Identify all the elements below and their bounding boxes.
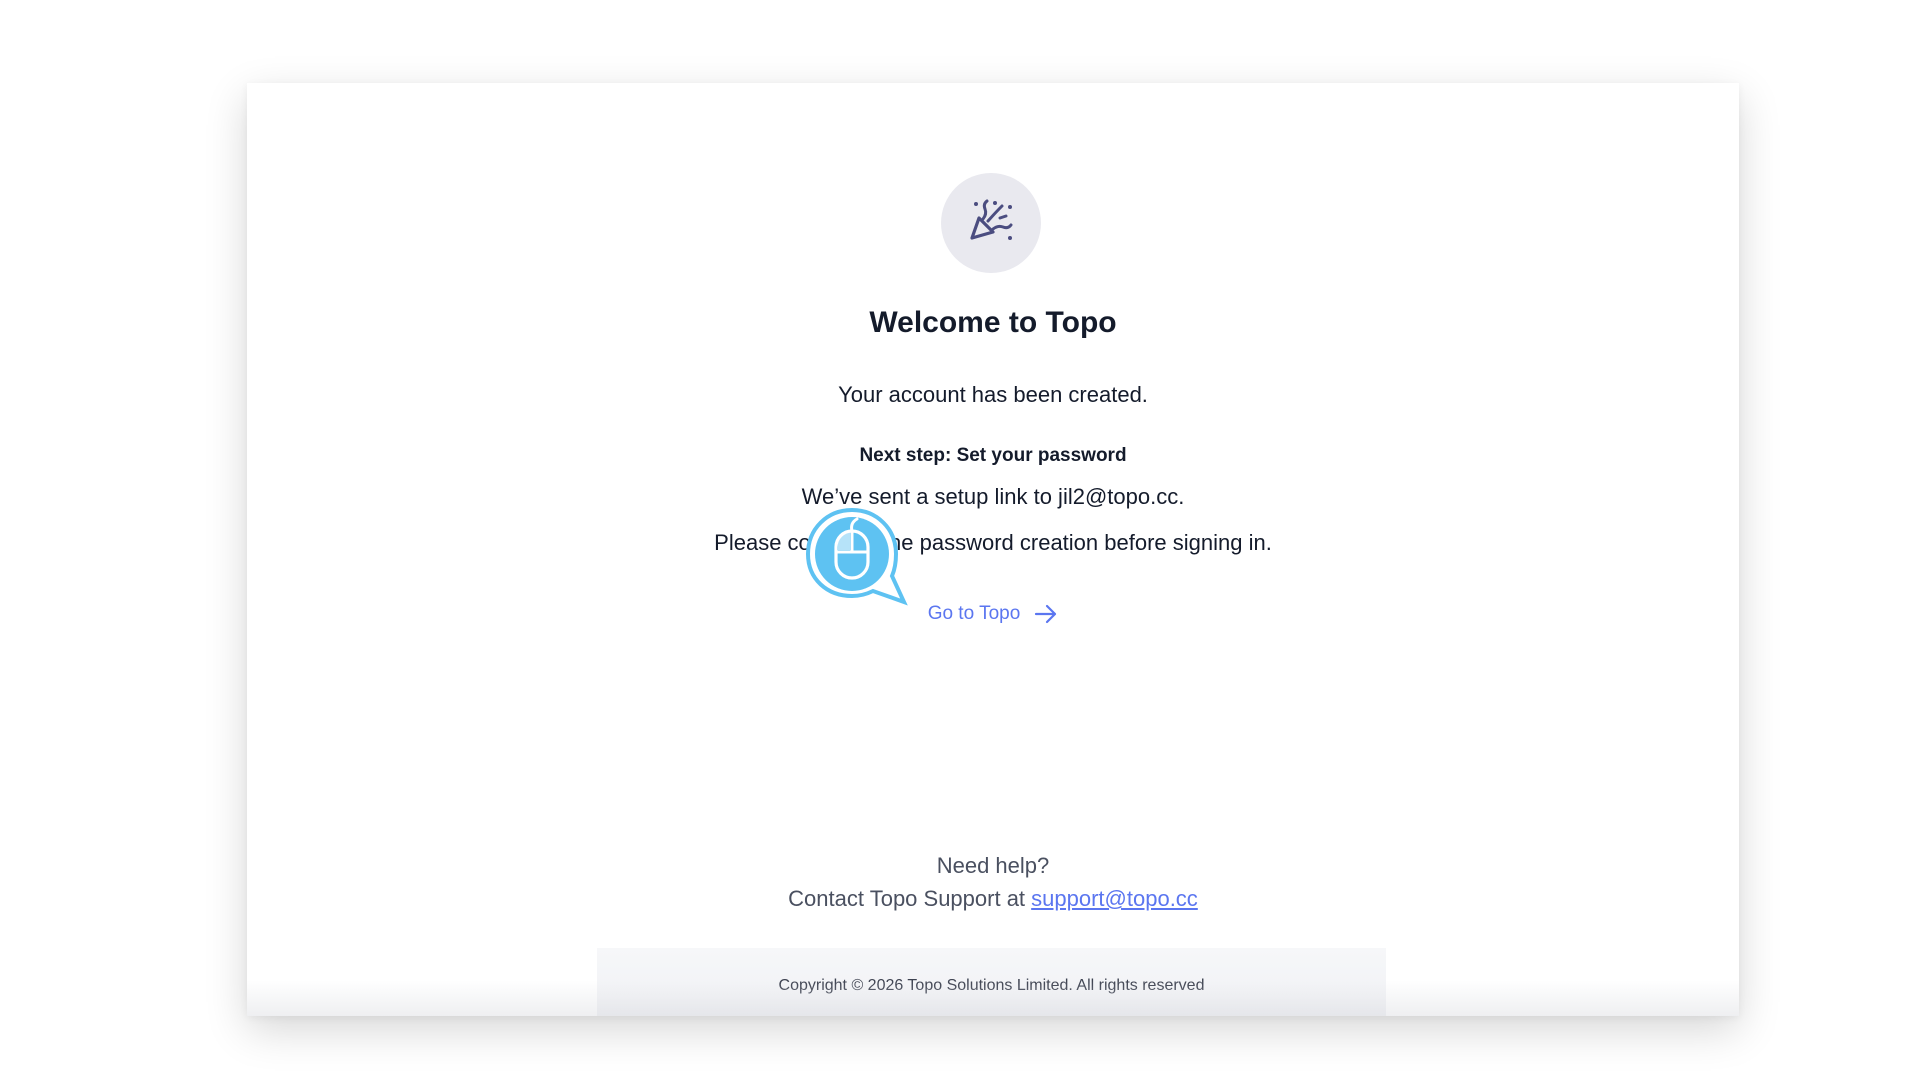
go-to-topo-label: Go to Topo xyxy=(927,603,1021,624)
next-step-heading: Next step: Set your password xyxy=(859,445,1127,466)
page: Welcome to Topo Your account has been cr… xyxy=(0,0,1920,1092)
support-contact-prefix: Contact Topo Support at xyxy=(788,886,1032,911)
support-email-link[interactable]: support@topo.cc xyxy=(1031,886,1198,911)
copyright-text: Copyright © 2026 Topo Solutions Limited.… xyxy=(778,977,1205,994)
account-created-text: Your account has been created. xyxy=(838,382,1148,407)
footer: Copyright © 2026 Topo Solutions Limited.… xyxy=(597,948,1386,1016)
party-popper-icon xyxy=(966,196,1016,251)
help-heading: Need help? xyxy=(936,853,1050,878)
setup-link-sent-text: We’ve sent a setup link to jil2@topo.cc. xyxy=(801,484,1185,509)
icon-circle xyxy=(941,173,1041,273)
complete-password-text: Please complete the password creation be… xyxy=(714,530,1272,555)
support-contact-line: Contact Topo Support at support@topo.cc xyxy=(247,886,1739,912)
go-to-topo-link[interactable]: Go to Topo xyxy=(247,603,1739,625)
email-card: Welcome to Topo Your account has been cr… xyxy=(247,83,1739,1016)
page-title: Welcome to Topo xyxy=(869,306,1117,339)
arrow-right-icon xyxy=(1034,604,1058,624)
